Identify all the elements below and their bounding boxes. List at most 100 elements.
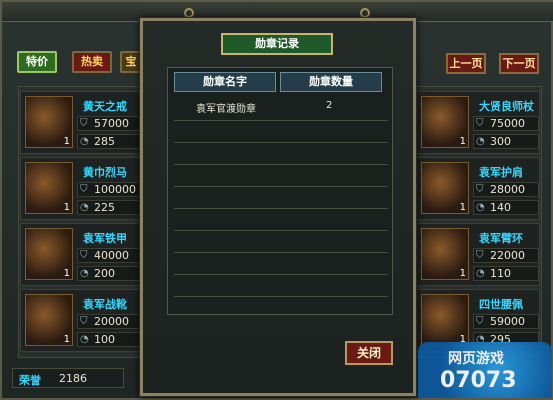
item-card[interactable]: 1 黄天之戒 ⛉ 57000 ◔ 285 xyxy=(20,91,144,154)
item-price: 20000 xyxy=(94,315,129,328)
item-price: 57000 xyxy=(94,117,129,130)
shield-icon: ⛉ xyxy=(476,184,484,195)
item-value: 100 xyxy=(94,333,115,346)
shield-icon: ⛉ xyxy=(476,316,484,327)
honor-display: 荣誉 2186 xyxy=(12,368,124,388)
item-card[interactable]: 1 袁军铁甲 ⛉ 40000 ◔ 200 xyxy=(20,223,144,286)
item-card[interactable]: 1 袁军护肩 ⛉ 28000 ◔ 140 xyxy=(416,157,540,220)
item-quantity: 1 xyxy=(63,268,70,279)
close-button[interactable]: 关闭 xyxy=(345,341,393,365)
tab-hot-sale[interactable]: 热卖 xyxy=(72,51,112,73)
price-row: ⛉ 40000 xyxy=(77,248,143,263)
price-row: ⛉ 20000 xyxy=(77,314,143,329)
item-name: 袁军臂环 xyxy=(479,232,523,245)
honor-value: 2186 xyxy=(59,372,87,385)
row-divider xyxy=(174,208,388,209)
tab-special-offer[interactable]: 特价 xyxy=(17,51,57,73)
watermark-text-top: 网页游戏 xyxy=(448,351,504,367)
left-item-panel: 1 黄天之戒 ⛉ 57000 ◔ 285 1 黄巾烈马 ⛉ 100000 ◔ 225 1… xyxy=(18,86,146,358)
site-watermark-logo: 网页游戏 07073 xyxy=(418,342,552,398)
item-quantity: 1 xyxy=(63,136,70,147)
stat-icon: ◔ xyxy=(476,136,485,147)
item-card[interactable]: 1 黄巾烈马 ⛉ 100000 ◔ 225 xyxy=(20,157,144,220)
item-name: 黄巾烈马 xyxy=(83,166,127,179)
item-card[interactable]: 1 大贤良师杖 ⛉ 75000 ◔ 300 xyxy=(416,91,540,154)
dialog-title: 勋章记录 xyxy=(221,33,333,55)
right-item-panel: 1 大贤良师杖 ⛉ 75000 ◔ 300 1 袁军护肩 ⛉ 28000 ◔ 140 1… xyxy=(412,86,542,358)
shield-icon: ⛉ xyxy=(80,184,88,195)
watermark-text-bottom: 07073 xyxy=(440,368,517,393)
row-divider xyxy=(174,230,388,231)
value-row: ◔ 285 xyxy=(77,134,143,149)
staff-icon: 1 xyxy=(421,96,469,148)
value-row: ◔ 110 xyxy=(473,266,539,281)
row-divider xyxy=(174,296,388,297)
shield-icon: ⛉ xyxy=(476,118,484,129)
item-name: 袁军铁甲 xyxy=(83,232,127,245)
item-value: 140 xyxy=(490,201,511,214)
value-row: ◔ 100 xyxy=(77,332,143,347)
bracelet-icon: 1 xyxy=(421,228,469,280)
item-name: 四世腰佩 xyxy=(479,298,523,311)
column-header-count: 勋章数量 xyxy=(280,72,382,92)
item-name: 袁军护肩 xyxy=(479,166,523,179)
item-value: 200 xyxy=(94,267,115,280)
price-row: ⛉ 59000 xyxy=(473,314,539,329)
column-header-name: 勋章名字 xyxy=(174,72,276,92)
row-divider xyxy=(174,120,388,121)
horse-icon: 1 xyxy=(25,162,73,214)
shield-icon: ⛉ xyxy=(476,250,484,261)
item-name: 袁军战靴 xyxy=(83,298,127,311)
value-row: ◔ 225 xyxy=(77,200,143,215)
value-row: ◔ 140 xyxy=(473,200,539,215)
tab-treasure[interactable]: 宝 xyxy=(120,51,142,73)
item-name: 大贤良师杖 xyxy=(479,100,534,113)
item-price: 59000 xyxy=(490,315,525,328)
item-quantity: 1 xyxy=(459,268,466,279)
price-row: ⛉ 57000 xyxy=(77,116,143,131)
item-price: 22000 xyxy=(490,249,525,262)
item-value: 110 xyxy=(490,267,511,280)
ornament-icon xyxy=(184,8,194,18)
stat-icon: ◔ xyxy=(80,202,89,213)
price-row: ⛉ 75000 xyxy=(473,116,539,131)
item-card[interactable]: 1 袁军战靴 ⛉ 20000 ◔ 100 xyxy=(20,289,144,352)
item-price: 40000 xyxy=(94,249,129,262)
price-row: ⛉ 100000 xyxy=(77,182,143,197)
price-row: ⛉ 28000 xyxy=(473,182,539,197)
shield-icon: ⛉ xyxy=(80,250,88,261)
pendant-icon: 1 xyxy=(421,294,469,346)
medal-record-dialog: 勋章记录 勋章名字 勋章数量 袁军官渡勋章 2 关闭 xyxy=(140,18,416,396)
item-price: 28000 xyxy=(490,183,525,196)
item-value: 285 xyxy=(94,135,115,148)
medal-count-cell: 2 xyxy=(326,100,333,111)
stat-icon: ◔ xyxy=(476,268,485,279)
item-value: 300 xyxy=(490,135,511,148)
item-name: 黄天之戒 xyxy=(83,100,127,113)
row-divider xyxy=(174,274,388,275)
row-divider xyxy=(174,252,388,253)
stat-icon: ◔ xyxy=(80,268,89,279)
item-quantity: 1 xyxy=(63,202,70,213)
shoulder-guard-icon: 1 xyxy=(421,162,469,214)
medal-table: 勋章名字 勋章数量 袁军官渡勋章 2 xyxy=(167,67,393,315)
item-quantity: 1 xyxy=(459,136,466,147)
prev-page-button[interactable]: 上一页 xyxy=(446,53,486,74)
stat-icon: ◔ xyxy=(80,136,89,147)
next-page-button[interactable]: 下一页 xyxy=(499,53,539,74)
armor-icon: 1 xyxy=(25,228,73,280)
ornament-icon xyxy=(360,8,370,18)
item-card[interactable]: 1 袁军臂环 ⛉ 22000 ◔ 110 xyxy=(416,223,540,286)
row-divider xyxy=(174,186,388,187)
row-divider xyxy=(174,164,388,165)
item-price: 100000 xyxy=(94,183,136,196)
medal-name-cell: 袁军官渡勋章 xyxy=(196,104,256,115)
item-quantity: 1 xyxy=(459,202,466,213)
shield-icon: ⛉ xyxy=(80,316,88,327)
item-price: 75000 xyxy=(490,117,525,130)
value-row: ◔ 300 xyxy=(473,134,539,149)
stat-icon: ◔ xyxy=(80,334,89,345)
boots-icon: 1 xyxy=(25,294,73,346)
stat-icon: ◔ xyxy=(476,202,485,213)
price-row: ⛉ 22000 xyxy=(473,248,539,263)
